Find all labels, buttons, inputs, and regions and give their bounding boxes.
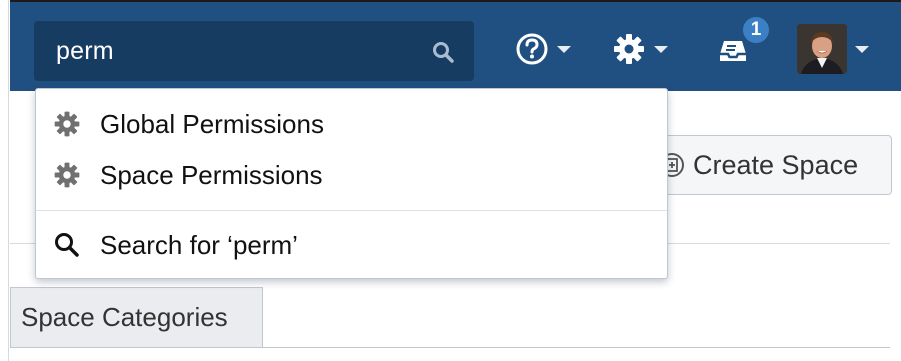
suggestion-label: Global Permissions (100, 108, 324, 139)
chevron-down-icon (654, 45, 668, 53)
create-space-label: Create Space (693, 149, 859, 180)
notification-count-badge: 1 (741, 15, 771, 45)
search-suggestions-dropdown: Global Permissions Space Permissions Sea… (35, 88, 668, 279)
notifications-button[interactable]: 1 (716, 15, 771, 74)
create-space-button[interactable]: Create Space (640, 135, 892, 195)
suggestion-space-permissions[interactable]: Space Permissions (36, 150, 667, 200)
left-edge (0, 0, 9, 361)
help-icon (516, 33, 548, 65)
user-profile-button[interactable] (797, 24, 869, 74)
gear-icon (52, 109, 82, 139)
chevron-down-icon (557, 45, 571, 53)
search-input-value: perm (56, 36, 114, 65)
chevron-down-icon (855, 45, 869, 53)
avatar (797, 24, 847, 74)
search-icon[interactable] (432, 41, 454, 63)
search-for-query-link[interactable]: Search for ‘perm’ (36, 220, 667, 270)
tab-label: Space Categories (21, 302, 228, 332)
top-navigation-bar: perm 1 (10, 0, 901, 91)
suggestion-global-permissions[interactable]: Global Permissions (36, 99, 667, 149)
gear-icon (614, 34, 644, 64)
tab-bar-divider (10, 347, 890, 348)
help-menu-button[interactable] (515, 24, 571, 74)
tab-space-categories[interactable]: Space Categories (10, 287, 263, 347)
app-frame: perm 1 Create Space Space Categories Glo… (0, 0, 901, 361)
search-icon (52, 230, 82, 260)
dropdown-divider (36, 210, 667, 211)
gear-icon (52, 160, 82, 190)
settings-menu-button[interactable] (612, 24, 668, 74)
suggestion-label: Space Permissions (100, 159, 323, 190)
search-for-query-label: Search for ‘perm’ (100, 229, 298, 260)
search-input[interactable]: perm (34, 21, 474, 81)
user-photo-icon (797, 24, 847, 74)
